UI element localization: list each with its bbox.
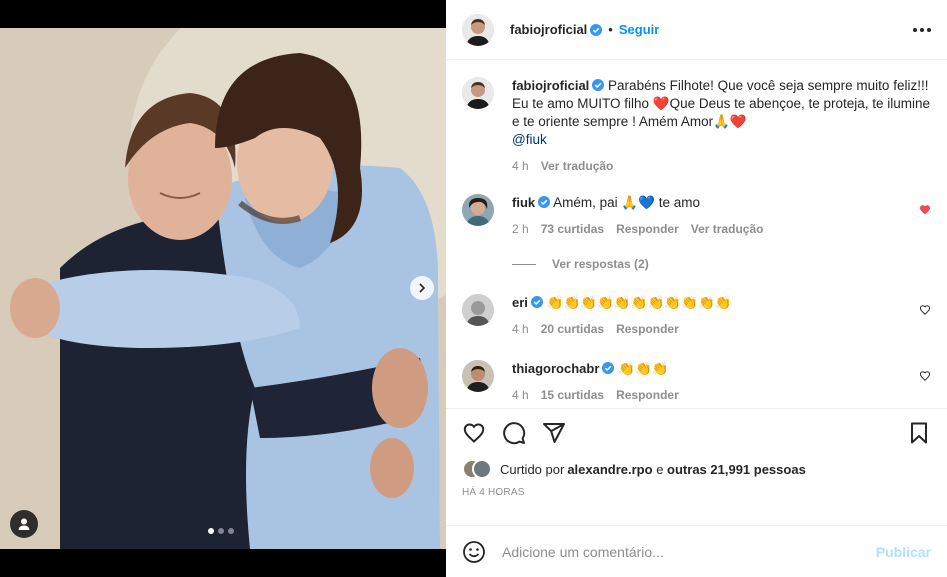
likes-summary: Curtido por alexandre.rpo e outras 21,99… [462, 457, 931, 481]
action-bar [462, 409, 931, 457]
carousel-indicator [208, 528, 234, 534]
commenter-username[interactable]: fiuk [512, 195, 535, 210]
comment-bubble-icon[interactable] [502, 421, 526, 445]
author-avatar[interactable] [462, 13, 494, 46]
comment-text: thiagorochabr 👏👏👏 [512, 360, 931, 378]
more-options-icon[interactable] [913, 27, 931, 32]
carousel-dot [228, 528, 234, 534]
caption-time[interactable]: 4 h [512, 157, 529, 175]
post-header: fabiojroficial • Seguir [446, 0, 947, 60]
chevron-right-icon [419, 283, 426, 293]
commenter-avatar[interactable] [462, 360, 494, 392]
comment-meta: 4 h 20 curtidas Responder [512, 320, 931, 338]
caption-text: fabiojroficial Parabéns Filhote! Que voc… [512, 77, 931, 149]
heart-outline-icon[interactable] [919, 304, 931, 316]
comment-meta: 2 h 73 curtidas Responder Ver tradução [512, 220, 931, 238]
caption-username[interactable]: fabiojroficial [512, 78, 589, 93]
comment-item: fiuk Amém, pai 🙏💙 te amo 2 h 73 curtidas… [462, 194, 931, 238]
heart-emoji: ❤️ [729, 114, 747, 129]
add-comment-bar: Publicar [446, 525, 947, 577]
save-bookmark-icon[interactable] [907, 421, 931, 445]
commenter-username[interactable]: eri [512, 295, 528, 310]
comments-list: fabiojroficial Parabéns Filhote! Que voc… [446, 61, 947, 408]
comment-text: fiuk Amém, pai 🙏💙 te amo [512, 194, 931, 212]
publish-button[interactable]: Publicar [876, 544, 931, 560]
comment-item: eri 👏👏👏👏👏👏👏👏👏👏👏 4 h 20 curtidas Responde… [462, 294, 931, 338]
commenter-avatar[interactable] [462, 294, 494, 326]
commenter-username[interactable]: thiagorochabr [512, 361, 599, 376]
heart-outline-icon[interactable] [919, 370, 931, 382]
emoji-icon[interactable] [462, 540, 486, 564]
likes-prefix: Curtido por [500, 461, 565, 477]
post-photo[interactable] [0, 28, 446, 549]
user-tag-icon [18, 518, 30, 530]
comment-time[interactable]: 2 h [512, 220, 529, 238]
comment-meta: 4 h 15 curtidas Responder [512, 386, 931, 404]
post-actions: Curtido por alexandre.rpo e outras 21,99… [446, 408, 947, 498]
post-timestamp[interactable]: HÁ 4 HORAS [462, 487, 931, 498]
mention-link[interactable]: @fiuk [512, 132, 547, 147]
liker-avatars[interactable] [462, 459, 492, 479]
like-heart-icon[interactable] [462, 421, 486, 445]
author-username[interactable]: fabiojroficial [510, 22, 587, 37]
heart-filled-icon[interactable] [919, 204, 931, 216]
comment-text: eri 👏👏👏👏👏👏👏👏👏👏👏 [512, 294, 931, 312]
caption: fabiojroficial Parabéns Filhote! Que voc… [462, 77, 931, 175]
tagged-users-button[interactable] [10, 510, 38, 538]
commenter-avatar[interactable] [462, 194, 494, 226]
translate-button[interactable]: Ver tradução [691, 220, 764, 238]
comment-body: 👏👏👏 [614, 361, 669, 376]
comment-body: 👏👏👏👏👏👏👏👏👏👏👏 [542, 295, 732, 310]
comment-likes[interactable]: 73 curtidas [541, 220, 604, 238]
reply-button[interactable]: Responder [616, 220, 679, 238]
translate-button[interactable]: Ver tradução [541, 157, 614, 175]
reply-button[interactable]: Responder [616, 320, 679, 338]
verified-badge-icon [538, 196, 551, 208]
carousel-dot [208, 528, 214, 534]
liker-username[interactable]: alexandre.rpo [567, 462, 652, 477]
replies-divider [512, 263, 536, 265]
comment-time[interactable]: 4 h [512, 320, 529, 338]
header-separator: • [608, 22, 613, 37]
pray-emoji: 🙏 [713, 114, 730, 129]
verified-badge-icon [602, 362, 615, 374]
photo-illustration [0, 28, 446, 549]
view-replies-label: Ver respostas (2) [552, 257, 649, 271]
likes-middle: e [652, 461, 668, 477]
next-slide-button[interactable] [410, 276, 434, 300]
comment-likes[interactable]: 20 curtidas [541, 320, 604, 338]
comment-body: Amém, pai 🙏💙 te amo [550, 195, 701, 210]
follow-button[interactable]: Seguir [619, 22, 659, 37]
author-avatar[interactable] [462, 77, 494, 109]
verified-badge-icon [530, 296, 543, 308]
caption-meta: 4 h Ver tradução [512, 157, 931, 175]
comment-likes[interactable]: 15 curtidas [541, 386, 604, 404]
verified-badge-icon [590, 23, 603, 36]
heart-emoji: ❤️ [652, 96, 670, 111]
comment-item: thiagorochabr 👏👏👏 4 h 15 curtidas Respon… [462, 360, 931, 404]
carousel-dot [218, 528, 224, 534]
view-replies-button[interactable]: Ver respostas (2) [512, 257, 649, 271]
comment-time[interactable]: 4 h [512, 386, 529, 404]
comment-input[interactable] [502, 543, 876, 560]
verified-badge-icon [592, 79, 605, 91]
post-sidebar: fabiojroficial • Seguir fabiojroficial P… [446, 0, 947, 577]
reply-button[interactable]: Responder [616, 386, 679, 404]
likes-others[interactable]: outras 21,991 pessoas [667, 462, 806, 477]
post-media [0, 0, 446, 577]
share-send-icon[interactable] [542, 421, 566, 445]
